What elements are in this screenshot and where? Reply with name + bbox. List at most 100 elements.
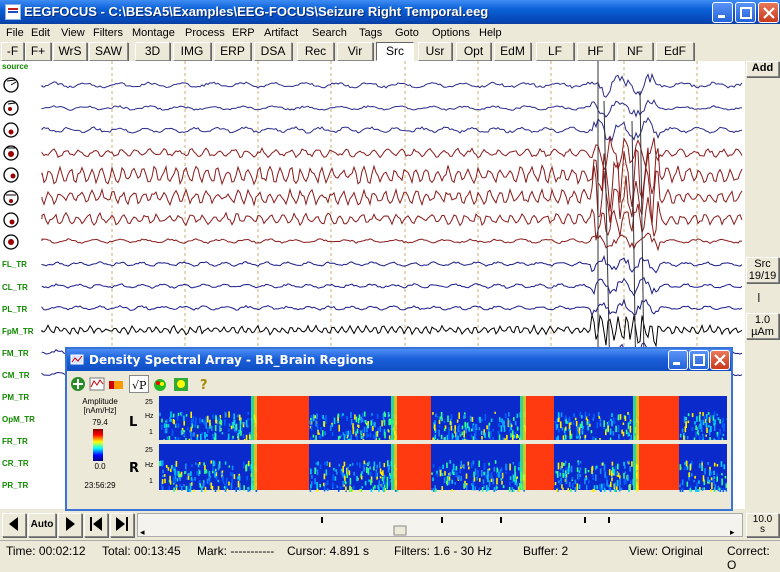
spectral-speckle xyxy=(386,483,388,490)
spectral-speckle xyxy=(319,484,321,488)
source-dipole-icon[interactable] xyxy=(3,189,20,206)
erp-button[interactable]: ERP xyxy=(214,42,251,61)
help-icon[interactable]: ? xyxy=(195,375,215,393)
dsa-minimize-button[interactable] xyxy=(668,350,688,370)
menu-montage[interactable]: Montage xyxy=(132,27,175,39)
src-count-button[interactable]: Src 19/19 xyxy=(746,257,779,283)
nf-button[interactable]: NF xyxy=(617,42,653,61)
spectral-speckle xyxy=(383,419,386,426)
spectral-speckle xyxy=(349,464,351,467)
sqrt-scale-icon[interactable]: √P xyxy=(129,375,149,393)
vir-button[interactable]: Vir xyxy=(337,42,373,61)
add-button[interactable]: Add xyxy=(746,61,779,77)
step-back-button[interactable] xyxy=(2,513,26,537)
page-length-button[interactable]: 10.0 s xyxy=(746,513,779,537)
colormap-icon[interactable] xyxy=(151,375,171,393)
menu-filters[interactable]: Filters xyxy=(93,27,123,39)
spectral-speckle xyxy=(340,434,342,437)
spectrum-icon[interactable] xyxy=(88,375,108,393)
step-forward-button[interactable] xyxy=(58,513,82,537)
time-scrollbar[interactable]: ◂ ▸ xyxy=(137,513,743,537)
3d-button[interactable]: 3D xyxy=(135,42,170,61)
menu-options[interactable]: Options xyxy=(432,27,470,39)
edf-button[interactable]: EdF xyxy=(656,42,694,61)
edm-button[interactable]: EdM xyxy=(494,42,531,61)
menu-artifact[interactable]: Artifact xyxy=(264,27,298,39)
source-dipole-icon[interactable] xyxy=(3,121,20,138)
channel-label[interactable]: CM_TR xyxy=(2,371,30,380)
spectral-speckle xyxy=(490,418,493,422)
rec-button[interactable]: Rec xyxy=(297,42,334,61)
status-mark: Mark: ----------- xyxy=(197,544,275,558)
menu-help[interactable]: Help xyxy=(479,27,502,39)
spectral-speckle xyxy=(627,411,629,415)
menu-view[interactable]: View xyxy=(61,27,85,39)
channel-label[interactable]: PM_TR xyxy=(2,393,29,402)
dsa-title-bar[interactable]: Density Spectral Array - BR_Brain Region… xyxy=(67,349,731,371)
window-title: EEGFOCUS - C:\BESA5\Examples\EEG-FOCUS\S… xyxy=(24,4,489,19)
color-bar-icon[interactable] xyxy=(107,375,127,393)
channel-label[interactable]: FL_TR xyxy=(2,260,27,269)
spectral-speckle xyxy=(718,487,721,491)
spectral-speckle xyxy=(473,425,475,432)
spectral-speckle xyxy=(505,471,507,474)
src-button[interactable]: Src xyxy=(376,42,414,61)
spectral-speckle xyxy=(707,462,709,465)
head-map-icon[interactable] xyxy=(172,375,192,393)
menu-file[interactable]: File xyxy=(6,27,24,39)
channel-label[interactable]: OpM_TR xyxy=(2,415,35,424)
eeg-trace xyxy=(41,99,743,118)
spectral-speckle xyxy=(432,412,434,415)
spectral-speckle xyxy=(499,417,501,422)
spectral-speckle xyxy=(572,413,575,418)
page-back-button[interactable] xyxy=(84,513,108,537)
maximize-button[interactable] xyxy=(735,2,756,23)
minimize-button[interactable] xyxy=(712,2,733,23)
scale-button[interactable]: 1.0 µAm xyxy=(746,313,779,339)
source-dipole-icon[interactable] xyxy=(3,144,20,161)
menu-search[interactable]: Search xyxy=(312,27,347,39)
source-dipole-icon[interactable] xyxy=(3,99,20,116)
channel-label[interactable]: FpM_TR xyxy=(2,327,34,336)
density-spectral-array[interactable] xyxy=(159,396,727,492)
menu-erp[interactable]: ERP xyxy=(232,27,255,39)
filter-plus-button[interactable]: F+ xyxy=(25,42,51,61)
source-dipole-icon[interactable] xyxy=(3,233,20,250)
menu-edit[interactable]: Edit xyxy=(31,27,50,39)
spectral-speckle xyxy=(500,473,503,478)
channel-label[interactable]: FM_TR xyxy=(2,349,29,358)
menu-tags[interactable]: Tags xyxy=(359,27,382,39)
source-dipole-icon[interactable] xyxy=(3,166,20,183)
hf-button[interactable]: HF xyxy=(577,42,614,61)
menu-goto[interactable]: Goto xyxy=(395,27,419,39)
dsa-maximize-button[interactable] xyxy=(689,350,709,370)
filter-minus-button[interactable]: -F xyxy=(1,42,24,61)
spectral-speckle xyxy=(710,489,712,492)
dsa-button[interactable]: DSA xyxy=(254,42,292,61)
page-forward-button[interactable] xyxy=(110,513,134,537)
opt-button[interactable]: Opt xyxy=(456,42,491,61)
channel-label[interactable]: FR_TR xyxy=(2,437,28,446)
lf-button[interactable]: LF xyxy=(536,42,574,61)
source-dipole-icon[interactable] xyxy=(3,211,20,228)
channel-label[interactable]: PL_TR xyxy=(2,305,27,314)
source-dipole-icon[interactable] xyxy=(3,76,20,93)
usr-button[interactable]: Usr xyxy=(418,42,452,61)
dsa-close-button[interactable] xyxy=(710,350,730,370)
move-arrows-icon[interactable] xyxy=(69,375,89,393)
wrs-button[interactable]: WrS xyxy=(53,42,87,61)
spectral-speckle xyxy=(450,425,453,431)
channel-label[interactable]: CR_TR xyxy=(2,459,29,468)
auto-button[interactable]: Auto xyxy=(28,513,56,537)
spectral-speckle xyxy=(219,418,222,424)
spectral-speckle xyxy=(582,426,584,429)
channel-label[interactable]: PR_TR xyxy=(2,481,28,490)
spectral-speckle xyxy=(471,416,474,422)
menu-process[interactable]: Process xyxy=(185,27,225,39)
saw-button[interactable]: SAW xyxy=(89,42,128,61)
channel-label[interactable]: CL_TR xyxy=(2,283,28,292)
close-button[interactable] xyxy=(758,2,779,23)
spectral-speckle xyxy=(349,477,352,485)
spectral-speckle xyxy=(210,460,213,464)
img-button[interactable]: IMG xyxy=(173,42,211,61)
